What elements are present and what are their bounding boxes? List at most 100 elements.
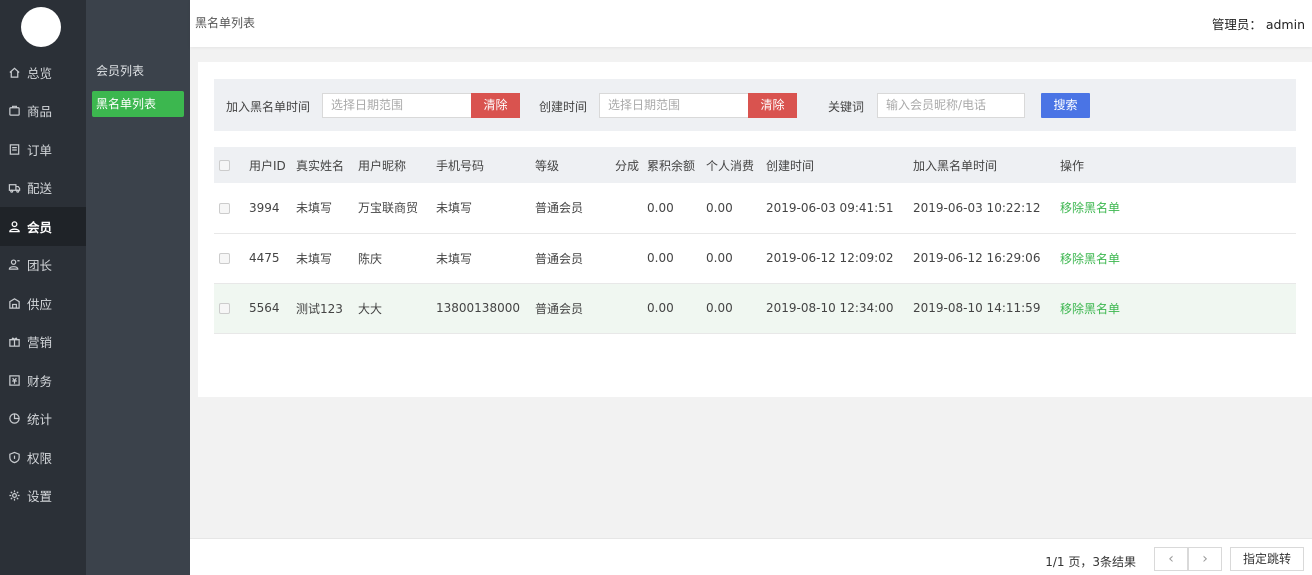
delivery-icon bbox=[8, 181, 21, 194]
user-icon bbox=[8, 220, 21, 233]
row-checkbox[interactable] bbox=[219, 303, 230, 314]
chevron-left-icon: ‹ bbox=[1168, 551, 1174, 567]
sidebar-item-delivery[interactable]: 配送 bbox=[0, 169, 86, 208]
cell-share bbox=[615, 183, 647, 233]
leader-icon bbox=[8, 258, 21, 271]
avatar[interactable] bbox=[21, 7, 61, 47]
sidebar-item-orders[interactable]: 订单 bbox=[0, 130, 86, 169]
col-consume: 个人消费 bbox=[706, 158, 755, 173]
cell-user-id: 5564 bbox=[249, 301, 280, 315]
filter-bar: 加入黑名单时间 选择日期范围 清除 创建时间 选择日期范围 清除 关键词 输入会… bbox=[214, 79, 1296, 131]
row-checkbox[interactable] bbox=[219, 253, 230, 264]
home-icon bbox=[8, 66, 21, 79]
remove-blacklist-link[interactable]: 移除黑名单 bbox=[1060, 201, 1120, 215]
col-share: 分成 bbox=[615, 158, 640, 173]
page-info: 1/1 页，3条结果 bbox=[1045, 555, 1136, 569]
cell-consume: 0.00 bbox=[706, 301, 733, 315]
blacklist-time-label: 加入黑名单时间 bbox=[226, 100, 311, 114]
cell-balance: 0.00 bbox=[647, 251, 674, 265]
sidebar-item-overview[interactable]: 总览 bbox=[0, 53, 86, 92]
col-balance: 累积余额 bbox=[647, 158, 696, 173]
sidebar-item-label: 团长 bbox=[27, 258, 53, 274]
cell-nickname: 陈庆 bbox=[358, 251, 383, 266]
table-row: 4475 未填写 陈庆 未填写 普通会员 0.00 0.00 2019-06-1… bbox=[214, 233, 1296, 283]
cell-created: 2019-06-12 12:09:02 bbox=[766, 251, 894, 265]
sub-nav: 会员列表 黑名单列表 bbox=[92, 58, 184, 124]
sidebar-item-label: 订单 bbox=[27, 142, 53, 158]
cell-phone: 13800138000 bbox=[436, 301, 520, 315]
sidebar-item-members[interactable]: 会员 bbox=[0, 207, 86, 246]
table-row: 3994 未填写 万宝联商贸 未填写 普通会员 0.00 0.00 2019-0… bbox=[214, 183, 1296, 233]
col-phone: 手机号码 bbox=[436, 158, 485, 173]
sidebar-item-settings[interactable]: 设置 bbox=[0, 477, 86, 516]
breadcrumb: 黑名单列表 bbox=[195, 16, 256, 30]
sidebar-item-permissions[interactable]: 权限 bbox=[0, 438, 86, 477]
sidebar-item-finance[interactable]: 财务 bbox=[0, 361, 86, 400]
admin-name[interactable]: admin bbox=[1266, 17, 1305, 32]
chart-icon bbox=[8, 412, 21, 425]
cell-level: 普通会员 bbox=[535, 251, 584, 266]
cell-real-name: 未填写 bbox=[296, 201, 333, 216]
cell-nickname: 万宝联商贸 bbox=[358, 201, 419, 216]
top-bar: 黑名单列表 管理员： admin bbox=[190, 0, 1312, 47]
subnav-item-member-list[interactable]: 会员列表 bbox=[92, 58, 184, 84]
row-checkbox[interactable] bbox=[219, 202, 230, 214]
admin-info: 管理员： admin bbox=[1212, 14, 1305, 33]
cell-share bbox=[615, 233, 647, 283]
sidebar-item-label: 配送 bbox=[27, 181, 53, 197]
keyword-label: 关键词 bbox=[828, 100, 865, 114]
sub-sidebar: 会员列表 黑名单列表 bbox=[86, 0, 190, 575]
chevron-right-icon: › bbox=[1202, 551, 1208, 567]
pagination-bar: 1/1 页，3条结果 ‹ › 指定跳转 bbox=[190, 538, 1312, 575]
shield-icon bbox=[8, 451, 21, 464]
create-time-label: 创建时间 bbox=[539, 100, 588, 114]
col-action: 操作 bbox=[1060, 158, 1085, 173]
sidebar-item-label: 财务 bbox=[27, 373, 53, 389]
jump-to-page-button[interactable]: 指定跳转 bbox=[1230, 547, 1304, 571]
cell-consume: 0.00 bbox=[706, 251, 733, 265]
search-button[interactable]: 搜索 bbox=[1041, 93, 1090, 118]
cell-balance: 0.00 bbox=[647, 301, 674, 315]
cell-blacklisted: 2019-08-10 14:11:59 bbox=[913, 301, 1041, 315]
blacklist-table: 用户ID 真实姓名 用户昵称 手机号码 等级 分成 累积余额 个人消费 创建时间… bbox=[214, 147, 1296, 334]
sidebar-item-label: 权限 bbox=[27, 450, 53, 466]
keyword-input[interactable]: 输入会员昵称/电话 bbox=[877, 93, 1025, 118]
sidebar-item-stats[interactable]: 统计 bbox=[0, 400, 86, 439]
cell-share bbox=[615, 283, 647, 333]
cell-phone: 未填写 bbox=[436, 201, 473, 216]
cell-nickname: 大大 bbox=[358, 301, 383, 316]
sidebar-item-goods[interactable]: 商品 bbox=[0, 92, 86, 131]
cell-real-name: 测试123 bbox=[296, 301, 343, 316]
remove-blacklist-link[interactable]: 移除黑名单 bbox=[1060, 302, 1120, 316]
cell-phone: 未填写 bbox=[436, 251, 473, 266]
prev-page-button[interactable]: ‹ bbox=[1154, 547, 1188, 571]
next-page-button[interactable]: › bbox=[1188, 547, 1222, 571]
select-all-checkbox[interactable] bbox=[219, 160, 230, 171]
supply-icon bbox=[8, 297, 21, 310]
content-card: 加入黑名单时间 选择日期范围 清除 创建时间 选择日期范围 清除 关键词 输入会… bbox=[198, 62, 1312, 397]
clear-create-time-button[interactable]: 清除 bbox=[748, 93, 797, 118]
admin-label: 管理员： bbox=[1211, 17, 1262, 32]
sidebar-item-label: 统计 bbox=[27, 412, 53, 428]
sidebar-item-leaders[interactable]: 团长 bbox=[0, 246, 86, 285]
table-row: 5564 测试123 大大 13800138000 普通会员 0.00 0.00… bbox=[214, 283, 1296, 333]
order-icon bbox=[8, 143, 21, 156]
goods-icon bbox=[8, 104, 21, 117]
remove-blacklist-link[interactable]: 移除黑名单 bbox=[1060, 252, 1120, 266]
col-real-name: 真实姓名 bbox=[296, 158, 345, 173]
cell-level: 普通会员 bbox=[535, 301, 584, 316]
cell-user-id: 3994 bbox=[249, 200, 280, 215]
sidebar-item-supply[interactable]: 供应 bbox=[0, 284, 86, 323]
sidebar-item-marketing[interactable]: 营销 bbox=[0, 323, 86, 362]
subnav-item-blacklist[interactable]: 黑名单列表 bbox=[92, 91, 184, 117]
cell-balance: 0.00 bbox=[647, 200, 674, 215]
main-sidebar: 总览 商品 订单 配送 会员 团长 供应 营销 财务 统计 权限 设置 bbox=[0, 0, 86, 575]
blacklist-time-input[interactable]: 选择日期范围 bbox=[322, 93, 472, 118]
gift-icon bbox=[8, 335, 21, 348]
cell-blacklisted: 2019-06-12 16:29:06 bbox=[913, 251, 1041, 265]
create-time-input[interactable]: 选择日期范围 bbox=[599, 93, 749, 118]
finance-icon bbox=[8, 374, 21, 387]
clear-blacklist-time-button[interactable]: 清除 bbox=[471, 93, 520, 118]
col-created: 创建时间 bbox=[766, 158, 815, 173]
col-user-id: 用户ID bbox=[249, 158, 286, 173]
